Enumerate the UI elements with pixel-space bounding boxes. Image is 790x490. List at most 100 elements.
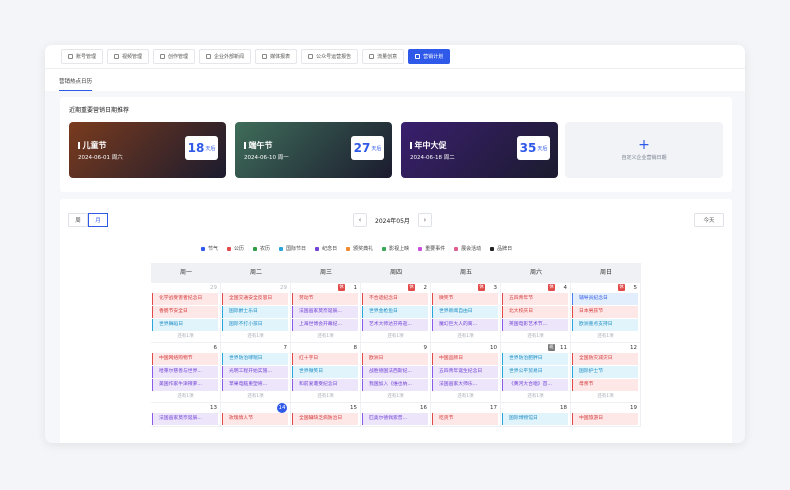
- calendar-event[interactable]: 世界防治肥胖日: [502, 353, 568, 365]
- calendar-event[interactable]: 世界金枪鱼日: [362, 306, 428, 318]
- legend-item[interactable]: 展会活动: [454, 245, 481, 252]
- legend-item[interactable]: 纪念日: [315, 245, 337, 252]
- event-card[interactable]: 端午节 2024-06-10 周一 27 天后: [235, 122, 392, 178]
- nav-tab-3[interactable]: 企业外部新闻: [199, 49, 252, 64]
- nav-tab-4[interactable]: 媒体报表: [255, 49, 298, 64]
- nav-tab-1[interactable]: 视频管理: [107, 49, 150, 64]
- calendar-day-cell[interactable]: 15 全国碘缺乏病防治日: [291, 403, 361, 427]
- calendar-event[interactable]: 玫瑰情人节: [222, 413, 288, 425]
- legend-item[interactable]: 重要事件: [418, 245, 445, 252]
- calendar-event[interactable]: 母亲节: [572, 379, 638, 391]
- nav-tab-7[interactable]: 营销计划: [408, 49, 451, 64]
- calendar-event[interactable]: 世界微笑日: [292, 366, 358, 378]
- calendar-event[interactable]: 艺术大师达芬奇逝...: [362, 319, 428, 331]
- legend-item[interactable]: 影视上映: [382, 245, 409, 252]
- legend-item[interactable]: 国际节日: [279, 245, 306, 252]
- calendar-day-cell[interactable]: 29 全国交通安全反思日 国际爵士乐日 国际不打小孩日 还有1项: [221, 283, 291, 343]
- legend-item[interactable]: 颁奖典礼: [346, 245, 373, 252]
- more-events-link[interactable]: 还有1项: [291, 332, 360, 342]
- more-events-link[interactable]: 还有1项: [361, 332, 430, 342]
- calendar-event[interactable]: 和前爱遭受纪念日: [292, 379, 358, 391]
- more-events-link[interactable]: 还有1项: [151, 392, 220, 402]
- calendar-event[interactable]: 世界公平贸易日: [502, 366, 568, 378]
- calendar-event[interactable]: 全国交通安全反思日: [222, 293, 288, 305]
- calendar-day-cell[interactable]: 10 中国品牌日 五四青年诞生纪念日 法国画家大师乐... 还有1项: [431, 343, 501, 403]
- more-events-link[interactable]: 还有1项: [501, 392, 570, 402]
- calendar-day-cell[interactable]: 休 3 微笑节 世界新闻自由日 魔幻巨大人的离... 还有1项: [431, 283, 501, 343]
- calendar-event[interactable]: 国际博物馆日: [502, 413, 568, 425]
- calendar-event[interactable]: 苹果电脑重塑将...: [222, 379, 288, 391]
- calendar-day-cell[interactable]: 29 化学战受害者纪念日 香肠节安全日 世界舞蹈日 还有1项: [151, 283, 221, 343]
- calendar-event[interactable]: 吃货节: [432, 413, 498, 425]
- more-events-link[interactable]: 还有1项: [221, 392, 290, 402]
- legend-item[interactable]: 节气: [201, 245, 218, 252]
- calendar-event[interactable]: 辅导员纪念日: [572, 293, 638, 305]
- calendar-event[interactable]: 国际不打小孩日: [222, 319, 288, 331]
- calendar-event[interactable]: 欧洲日: [362, 353, 428, 365]
- more-events-link[interactable]: 还有1项: [221, 332, 290, 342]
- calendar-day-cell[interactable]: 休 4 五四青年节 北大校庆日 英国电影艺术节... 还有1项: [501, 283, 571, 343]
- calendar-event[interactable]: 世界防治哮喘日: [222, 353, 288, 365]
- calendar-event[interactable]: 法国画家莫奈诞辰...: [152, 413, 218, 425]
- calendar-event[interactable]: 五四青年诞生纪念日: [432, 366, 498, 378]
- today-button[interactable]: 今天: [694, 213, 724, 227]
- calendar-event[interactable]: 匹奥尔德佩索普...: [362, 413, 428, 425]
- legend-item[interactable]: 品牌日: [490, 245, 512, 252]
- tab-marketing-calendar[interactable]: 营销热点日历: [59, 77, 93, 91]
- add-custom-date-button[interactable]: + 自定义企业营销日期: [565, 122, 723, 178]
- calendar-day-cell[interactable]: 13 法国画家莫奈诞辰...: [151, 403, 221, 427]
- calendar-event[interactable]: 微笑节: [432, 293, 498, 305]
- event-card[interactable]: 年中大促 2024-06-18 周二 35 天后: [401, 122, 558, 178]
- nav-tab-6[interactable]: 流量创意: [362, 49, 405, 64]
- prev-month-button[interactable]: ‹: [353, 213, 367, 227]
- calendar-day-cell[interactable]: 6 中国网络购物节 哈莱尔慈善与世界... 美国作家牛津辣萝... 还有1项: [151, 343, 221, 403]
- nav-tab-5[interactable]: 公众号运营报告: [301, 49, 359, 64]
- calendar-event[interactable]: 我国加入《维也纳...: [362, 379, 428, 391]
- calendar-event[interactable]: 光明工程开始实施...: [222, 366, 288, 378]
- month-view-button[interactable]: 月: [88, 213, 108, 227]
- calendar-day-cell[interactable]: 18 国际博物馆日: [501, 403, 571, 427]
- calendar-day-cell[interactable]: 16 匹奥尔德佩索普...: [361, 403, 431, 427]
- more-events-link[interactable]: 还有1项: [571, 392, 640, 402]
- more-events-link[interactable]: 还有1项: [431, 392, 500, 402]
- calendar-event[interactable]: 劳动节: [292, 293, 358, 305]
- more-events-link[interactable]: 还有1项: [291, 392, 360, 402]
- calendar-event[interactable]: 欧洲重点支持日: [572, 319, 638, 331]
- legend-item[interactable]: 农历: [253, 245, 270, 252]
- calendar-event[interactable]: 上海世博会开幕纪...: [292, 319, 358, 331]
- calendar-day-cell[interactable]: 19 中国旅游日: [571, 403, 641, 427]
- calendar-event[interactable]: 红十字日: [292, 353, 358, 365]
- calendar-event[interactable]: 英国电影艺术节...: [502, 319, 568, 331]
- calendar-event[interactable]: 《黄河大合唱》首...: [502, 379, 568, 391]
- next-month-button[interactable]: ›: [417, 213, 432, 227]
- nav-tab-2[interactable]: 创作管理: [153, 49, 196, 64]
- calendar-day-cell[interactable]: 12 全国防灾减灾日 国际护士节 母亲节 还有1项: [571, 343, 641, 403]
- calendar-day-cell[interactable]: 17 吃货节: [431, 403, 501, 427]
- event-card[interactable]: 儿童节 2024-06-01 周六 18 天后: [69, 122, 226, 178]
- calendar-event[interactable]: 中国品牌日: [432, 353, 498, 365]
- calendar-event[interactable]: 法国画家大师乐...: [432, 379, 498, 391]
- calendar-event[interactable]: 全国碘缺乏病防治日: [292, 413, 358, 425]
- calendar-event[interactable]: 中国网络购物节: [152, 353, 218, 365]
- calendar-day-cell[interactable]: 9 欧洲日 战胜德国法西斯纪... 我国加入《维也纳... 还有1项: [361, 343, 431, 403]
- more-events-link[interactable]: 还有1项: [501, 332, 570, 342]
- calendar-day-cell[interactable]: 8 红十字日 世界微笑日 和前爱遭受纪念日 还有1项: [291, 343, 361, 403]
- calendar-event[interactable]: 北大校庆日: [502, 306, 568, 318]
- calendar-day-cell[interactable]: 14 玫瑰情人节: [221, 403, 291, 427]
- calendar-day-cell[interactable]: 7 世界防治哮喘日 光明工程开始实施... 苹果电脑重塑将... 还有1项: [221, 343, 291, 403]
- calendar-event[interactable]: 全国防灾减灾日: [572, 353, 638, 365]
- more-events-link[interactable]: 还有1项: [361, 392, 430, 402]
- calendar-event[interactable]: 世界舞蹈日: [152, 319, 218, 331]
- more-events-link[interactable]: 还有1项: [431, 332, 500, 342]
- nav-tab-0[interactable]: 账号管理: [61, 49, 104, 64]
- calendar-event[interactable]: 国际护士节: [572, 366, 638, 378]
- calendar-event[interactable]: 国际爵士乐日: [222, 306, 288, 318]
- legend-item[interactable]: 公历: [227, 245, 244, 252]
- calendar-event[interactable]: 中国旅游日: [572, 413, 638, 425]
- week-view-button[interactable]: 周: [68, 213, 88, 227]
- calendar-day-cell[interactable]: 休 1 劳动节 法国画家莫奈诞辰... 上海世博会开幕纪... 还有1项: [291, 283, 361, 343]
- calendar-event[interactable]: 法国画家莫奈诞辰...: [292, 306, 358, 318]
- calendar-day-cell[interactable]: 休 5 辅导员纪念日 日本男孩节 欧洲重点支持日 还有1项: [571, 283, 641, 343]
- calendar-event[interactable]: 日本男孩节: [572, 306, 638, 318]
- calendar-event[interactable]: 世界新闻自由日: [432, 306, 498, 318]
